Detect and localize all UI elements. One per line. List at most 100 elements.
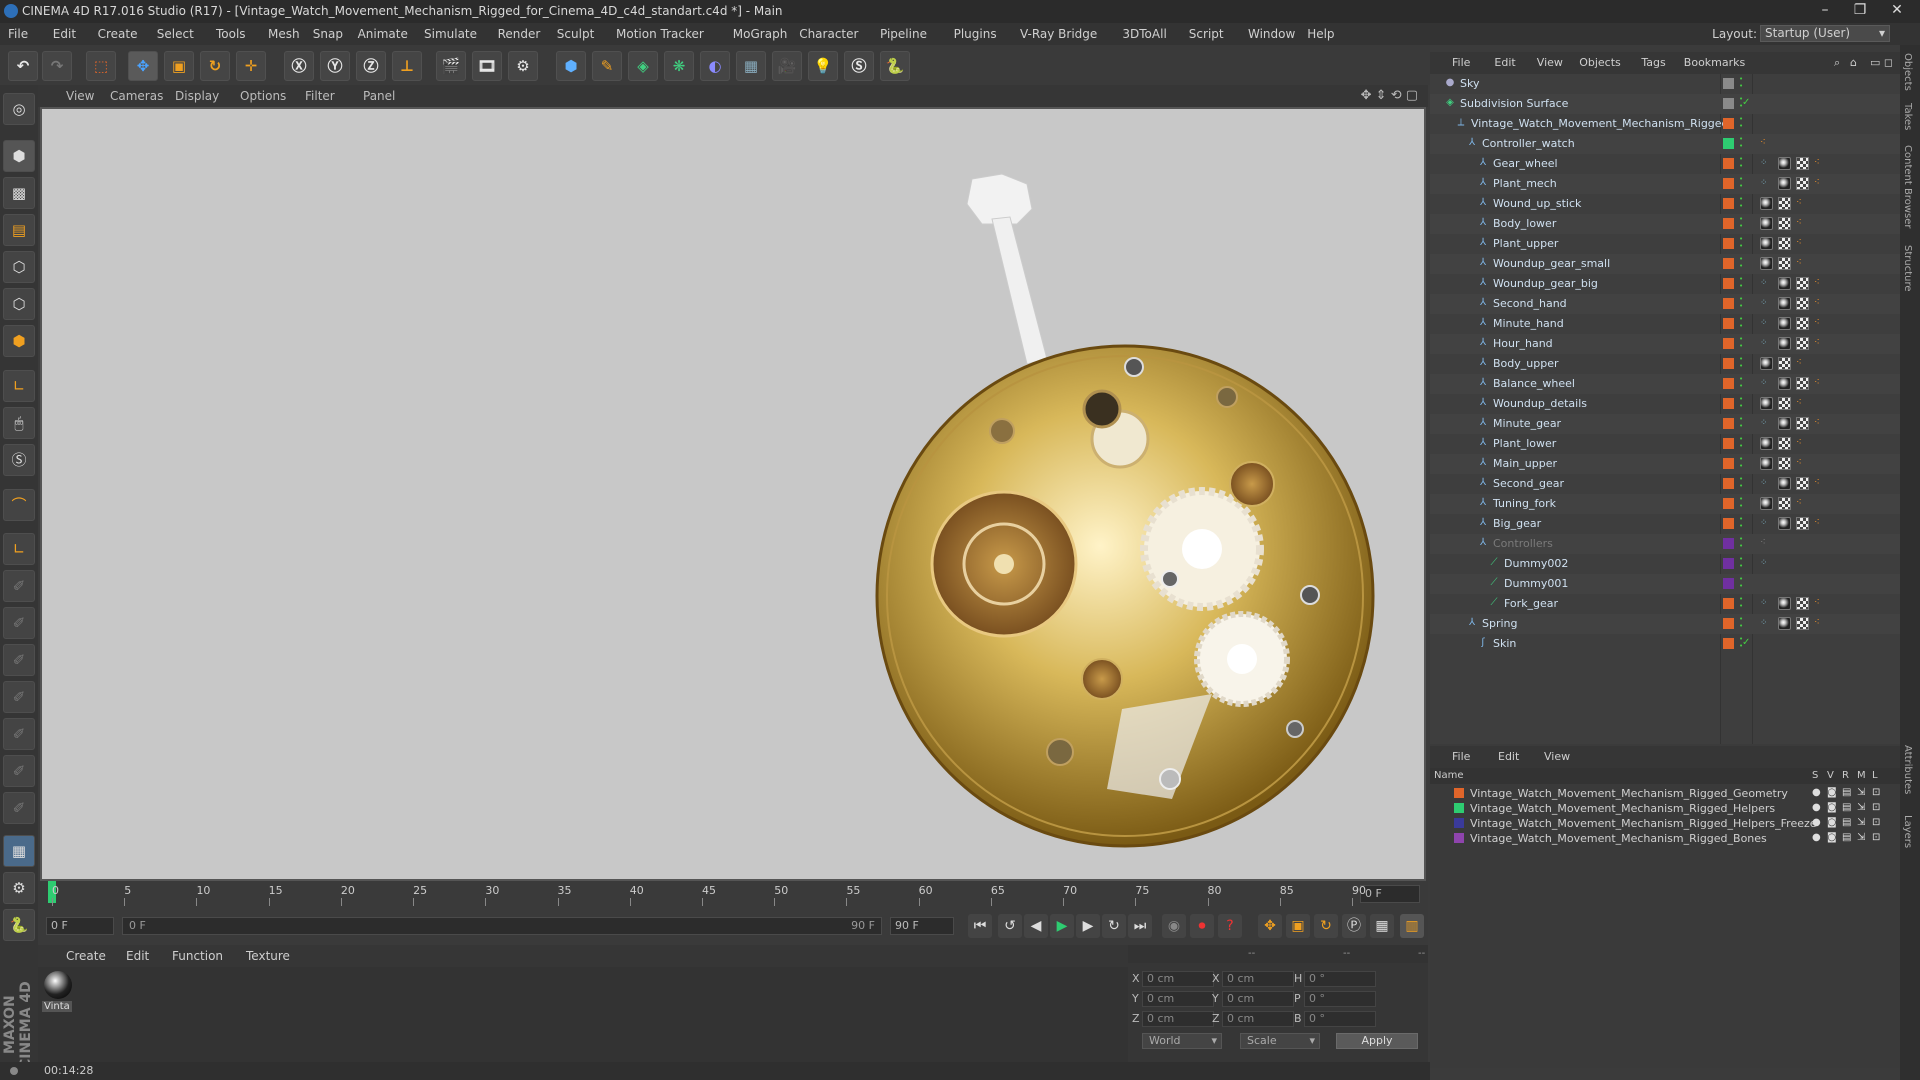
coord-size-field[interactable]: 0 cm	[1222, 991, 1294, 1007]
texture-tag-icon[interactable]	[1778, 497, 1791, 510]
menu-mograph[interactable]: MoGraph	[733, 27, 788, 41]
tweak-mode-button[interactable]: 🖱	[3, 407, 35, 439]
material-tag-icon[interactable]	[1778, 337, 1791, 350]
menu-select[interactable]: Select	[157, 27, 194, 41]
ik-tag-icon[interactable]: ⁘	[1760, 617, 1768, 630]
ik-tag-icon[interactable]: ⁘	[1760, 557, 1768, 570]
layer-color-swatch[interactable]	[1723, 498, 1734, 509]
layer-color-swatch[interactable]	[1723, 298, 1734, 309]
layer-menu-edit[interactable]: Edit	[1498, 750, 1519, 763]
visibility-dots-icon[interactable]: • •	[1739, 536, 1745, 550]
menu-script[interactable]: Script	[1189, 27, 1224, 41]
render-toggle-icon[interactable]: ▤	[1842, 817, 1851, 828]
rotate-tool-button[interactable]: ↻	[200, 51, 230, 81]
object-row[interactable]: ⅄ Main_upper • • ⁖	[1430, 454, 1900, 474]
object-menu-view[interactable]: View	[1537, 56, 1563, 69]
object-name[interactable]: Spring	[1482, 617, 1518, 630]
record-keys-button[interactable]: ◉	[1162, 914, 1186, 938]
render-view-button[interactable]: 🎬	[436, 51, 466, 81]
texture-tag-icon[interactable]	[1778, 197, 1791, 210]
layer-color-swatch[interactable]	[1723, 258, 1734, 269]
material-tag-icon[interactable]	[1778, 477, 1791, 490]
x-axis-button[interactable]: Ⓧ	[284, 51, 314, 81]
axis-mode-button[interactable]: ∟	[3, 370, 35, 402]
coord-position-field[interactable]: 0 cm	[1142, 991, 1214, 1007]
manager-toggle-icon[interactable]: ⇲	[1857, 787, 1865, 798]
visibility-dots-icon[interactable]: • •	[1739, 476, 1745, 490]
floor-button[interactable]: ▦	[736, 51, 766, 81]
dots-tag-icon[interactable]: ⁖	[1814, 477, 1820, 490]
viewport-menu-display[interactable]: Display	[175, 89, 219, 103]
object-name[interactable]: Sky	[1460, 77, 1479, 90]
minimize-button[interactable]: –	[1810, 2, 1840, 20]
object-row[interactable]: ⅄ Second_gear • • ⁘ ⁖	[1430, 474, 1900, 494]
visibility-dots-icon[interactable]: • •	[1739, 496, 1745, 510]
material-tag-icon[interactable]	[1778, 177, 1791, 190]
object-name[interactable]: Subdivision Surface	[1460, 97, 1568, 110]
material-thumbnail[interactable]	[44, 971, 72, 999]
texture-tag-icon[interactable]	[1778, 397, 1791, 410]
dots-tag-icon[interactable]: ⁖	[1796, 497, 1802, 510]
object-name[interactable]: Controller_watch	[1482, 137, 1575, 150]
visibility-dots-icon[interactable]: • •	[1739, 556, 1745, 570]
dots-tag-icon[interactable]: ⁖	[1796, 237, 1802, 250]
dots-tag-icon[interactable]: ⁖	[1796, 357, 1802, 370]
object-row[interactable]: ◈ Subdivision Surface • • ✓	[1430, 94, 1900, 114]
object-row[interactable]: ⅄ Woundup_gear_big • • ⁘ ⁖	[1430, 274, 1900, 294]
key-pla-button[interactable]: ▦	[1370, 914, 1394, 938]
cube-button[interactable]: ⬢	[556, 51, 586, 81]
texture-tag-icon[interactable]	[1796, 597, 1809, 610]
menu-sculpt[interactable]: Sculpt	[557, 27, 594, 41]
visibility-dots-icon[interactable]: • •	[1739, 356, 1745, 370]
visibility-dots-icon[interactable]: • •	[1739, 276, 1745, 290]
visibility-dots-icon[interactable]: • •	[1739, 576, 1745, 590]
timeline-window-button[interactable]: ▥	[1400, 914, 1424, 938]
texture-tag-icon[interactable]	[1796, 477, 1809, 490]
side-tab-layers[interactable]: Layers	[1902, 815, 1913, 848]
object-row[interactable]: ⅄ Minute_hand • • ⁘ ⁖	[1430, 314, 1900, 334]
coord-rotation-field[interactable]: 0 °	[1304, 991, 1376, 1007]
dots-tag-icon[interactable]: ⁖	[1796, 257, 1802, 270]
layer-color-swatch[interactable]	[1454, 818, 1464, 828]
layer-row[interactable]: Vintage_Watch_Movement_Mechanism_Rigged_…	[1430, 831, 1900, 846]
dots-tag-icon[interactable]: ⁖	[1814, 277, 1820, 290]
material-tag-icon[interactable]	[1778, 277, 1791, 290]
visibility-dots-icon[interactable]: • •	[1739, 616, 1745, 630]
object-name[interactable]: Tuning_fork	[1493, 497, 1556, 510]
object-row[interactable]: ⅄ Woundup_gear_small • • ⁖	[1430, 254, 1900, 274]
material-menu-create[interactable]: Create	[66, 949, 106, 963]
layer-color-swatch[interactable]	[1723, 558, 1734, 569]
spline-pen-button[interactable]: ✎	[592, 51, 622, 81]
grid-button[interactable]: ▦	[3, 835, 35, 867]
visibility-dots-icon[interactable]: • •	[1739, 316, 1745, 330]
dots-tag-icon[interactable]: ⁖	[1796, 457, 1802, 470]
magnet-button[interactable]: ⌒	[3, 489, 35, 521]
object-name[interactable]: Plant_upper	[1493, 237, 1558, 250]
object-name[interactable]: Main_upper	[1493, 457, 1557, 470]
coordinate-mode-select[interactable]: World ▾	[1142, 1033, 1222, 1049]
menu-help[interactable]: Help	[1307, 27, 1334, 41]
render-toggle-icon[interactable]: ▤	[1842, 802, 1851, 813]
object-name[interactable]: Controllers	[1493, 537, 1553, 550]
layer-row[interactable]: Vintage_Watch_Movement_Mechanism_Rigged_…	[1430, 801, 1900, 816]
visibility-dots-icon[interactable]: • •	[1739, 376, 1745, 390]
previous-frame-button[interactable]: ◀	[1024, 914, 1048, 938]
layer-color-swatch[interactable]	[1723, 138, 1734, 149]
object-name[interactable]: Balance_wheel	[1493, 377, 1575, 390]
coordinate-scale-select[interactable]: Scale ▾	[1240, 1033, 1320, 1049]
dots-tag-icon[interactable]: ⁖	[1814, 417, 1820, 430]
object-row[interactable]: ⅄ Woundup_details • • ⁖	[1430, 394, 1900, 414]
points-mode-button[interactable]: ⬡	[3, 251, 35, 283]
object-row[interactable]: ⅄ Controllers • • ⁖	[1430, 534, 1900, 554]
home-icon[interactable]: ⌂	[1850, 56, 1857, 69]
visibility-dots-icon[interactable]: • •	[1739, 176, 1745, 190]
texture-tag-icon[interactable]	[1778, 457, 1791, 470]
object-name[interactable]: Second_hand	[1493, 297, 1567, 310]
dots-tag-icon[interactable]: ⁖	[1760, 137, 1766, 150]
layer-color-swatch[interactable]	[1723, 398, 1734, 409]
light-button[interactable]: 💡	[808, 51, 838, 81]
layer-color-swatch[interactable]	[1723, 238, 1734, 249]
render-settings-button[interactable]: ⚙	[508, 51, 538, 81]
layer-color-swatch[interactable]	[1723, 338, 1734, 349]
render-toggle-icon[interactable]: ▤	[1842, 832, 1851, 843]
